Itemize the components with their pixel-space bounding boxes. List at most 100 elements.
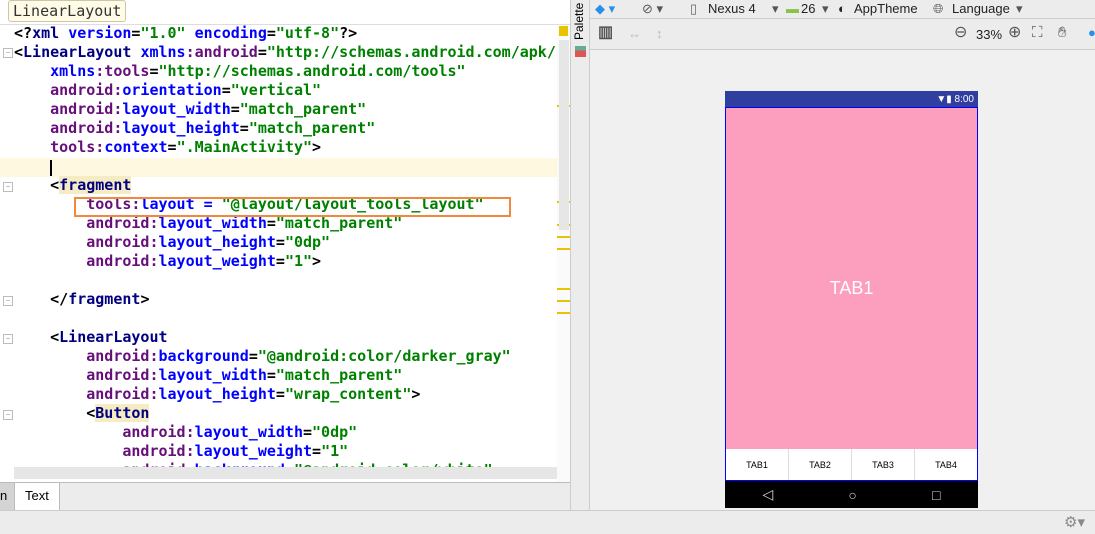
fragment-content: TAB1 bbox=[725, 107, 978, 449]
layout-designer: ◆ ▾ ⊘ ▾ ▯ Nexus 4 ▾ ▬ 26 ▾ ◐ AppTheme 🌐︎… bbox=[590, 0, 1095, 510]
code-token: < bbox=[50, 328, 60, 346]
code-line: android:layout_height="0dp" bbox=[14, 233, 570, 252]
code-token: layout_height bbox=[158, 385, 276, 403]
layers-icon[interactable]: ◆ ▾ bbox=[595, 0, 615, 18]
device-selector[interactable]: Nexus 4 bbox=[708, 0, 756, 18]
code-token: encoding bbox=[194, 24, 267, 42]
fold-marker[interactable]: − bbox=[3, 48, 13, 58]
info-icon[interactable]: ● bbox=[1088, 24, 1095, 42]
code-token: LinearLayout bbox=[59, 328, 168, 346]
code-token: xmlns bbox=[50, 62, 96, 80]
code-token: layout_height bbox=[122, 119, 240, 137]
palette-label: Palette bbox=[572, 2, 586, 40]
code-token: = bbox=[275, 233, 285, 251]
chevron-down-icon: ▾ bbox=[822, 1, 829, 16]
xml-editor[interactable]: LinearLayout − − − − − <?xml version = "1.… bbox=[0, 0, 570, 482]
code-token: = bbox=[149, 62, 159, 80]
tab-button-3[interactable]: TAB3 bbox=[852, 449, 915, 480]
code-token: > bbox=[312, 138, 322, 156]
tab-button-2[interactable]: TAB2 bbox=[789, 449, 852, 480]
language-selector[interactable]: Language bbox=[952, 0, 1010, 18]
code-token: layout_height bbox=[158, 233, 276, 251]
panel-toggle-icon[interactable]: ▥ bbox=[598, 24, 613, 42]
fold-marker[interactable]: − bbox=[3, 334, 13, 344]
tab-button-1[interactable]: TAB1 bbox=[726, 449, 789, 480]
code-line: android:layout_height="wrap_content"> bbox=[14, 385, 570, 404]
navigation-bar: ◁ ○ □ bbox=[725, 481, 978, 508]
code-token: android: bbox=[86, 366, 159, 384]
theme-selector[interactable]: AppTheme bbox=[854, 0, 918, 18]
device-icon: ▯ bbox=[690, 1, 698, 16]
resize-vertical-icon[interactable]: ↕ bbox=[656, 25, 663, 43]
code-token: xmlns bbox=[140, 43, 186, 61]
code-token: "utf-8" bbox=[275, 24, 340, 42]
code-token: < bbox=[50, 176, 60, 194]
breadcrumb[interactable]: LinearLayout bbox=[8, 0, 127, 22]
code-area[interactable]: <?xml version="1.0" encoding="utf-8"?> <L… bbox=[14, 24, 570, 480]
fold-marker[interactable]: − bbox=[3, 182, 13, 192]
code-line: xmlns:tools="http://schemas.android.com/… bbox=[14, 62, 570, 81]
code-token: android: bbox=[50, 119, 123, 137]
zoom-out-icon[interactable]: ⊖ bbox=[954, 24, 967, 42]
orientation-icon[interactable]: ⊘ ▾ bbox=[642, 0, 663, 18]
code-token: orientation bbox=[122, 81, 222, 99]
api-selector[interactable]: 26 bbox=[801, 0, 815, 18]
code-token: > bbox=[140, 290, 150, 308]
gear-icon[interactable]: ⚙▾ bbox=[1064, 513, 1085, 531]
fold-marker[interactable]: − bbox=[3, 296, 13, 306]
horizontal-scrollbar[interactable] bbox=[14, 467, 557, 479]
android-icon: ▬ bbox=[786, 1, 799, 16]
code-token: "1" bbox=[321, 442, 349, 460]
code-token: android: bbox=[50, 81, 123, 99]
palette-panel-toggle[interactable]: Palette bbox=[570, 0, 590, 510]
recents-icon: □ bbox=[931, 486, 941, 503]
resize-horizontal-icon[interactable]: ↔ bbox=[628, 25, 641, 43]
tab-text[interactable]: Text bbox=[14, 483, 60, 510]
pan-hand-icon[interactable]: ✋︎ bbox=[1058, 24, 1067, 42]
code-line: <fragment bbox=[14, 176, 570, 195]
code-line: android:layout_width="0dp" bbox=[14, 423, 570, 442]
phone-preview[interactable]: ▼▮ 8:00 TAB1 TAB1 TAB2 TAB3 TAB4 ◁ ○ □ bbox=[725, 91, 978, 508]
fit-screen-icon[interactable]: ⛶ bbox=[1032, 24, 1043, 42]
code-token: fragment bbox=[68, 290, 141, 308]
code-token: layout_weight bbox=[158, 252, 276, 270]
code-token: layout_weight bbox=[194, 442, 313, 460]
code-token: android: bbox=[122, 423, 195, 441]
globe-icon: 🌐︎ bbox=[933, 1, 944, 16]
code-line: android:layout_weight="1"> bbox=[14, 252, 570, 271]
code-token: android: bbox=[86, 347, 159, 365]
code-token: < bbox=[14, 43, 24, 61]
code-token: android: bbox=[122, 442, 195, 460]
code-token: > bbox=[312, 252, 322, 270]
code-token: "0dp" bbox=[312, 423, 358, 441]
code-token: = bbox=[221, 81, 231, 99]
code-token: = bbox=[266, 24, 276, 42]
fold-marker[interactable]: − bbox=[3, 410, 13, 420]
code-token: = bbox=[248, 347, 258, 365]
tab-bar: TAB1 TAB2 TAB3 TAB4 bbox=[725, 449, 978, 481]
zoom-in-icon[interactable]: ⊕ bbox=[1008, 24, 1021, 42]
code-line: android:layout_width="match_parent" bbox=[14, 100, 570, 119]
code-token: = bbox=[239, 119, 249, 137]
tab-button-4[interactable]: TAB4 bbox=[915, 449, 977, 480]
code-line: </fragment> bbox=[14, 290, 570, 309]
code-token: android: bbox=[86, 252, 159, 270]
code-token: "@android:color/darker_gray" bbox=[257, 347, 511, 365]
palette-icon bbox=[575, 46, 586, 57]
code-token: android: bbox=[86, 233, 159, 251]
code-token: = bbox=[257, 43, 267, 61]
stripe-mark bbox=[557, 248, 570, 250]
vertical-scrollbar[interactable] bbox=[559, 40, 569, 230]
designer-toolbar-top: ◆ ▾ ⊘ ▾ ▯ Nexus 4 ▾ ▬ 26 ▾ ◐ AppTheme 🌐︎… bbox=[590, 0, 1095, 19]
code-token: = bbox=[266, 366, 276, 384]
code-token: tools: bbox=[50, 138, 105, 156]
